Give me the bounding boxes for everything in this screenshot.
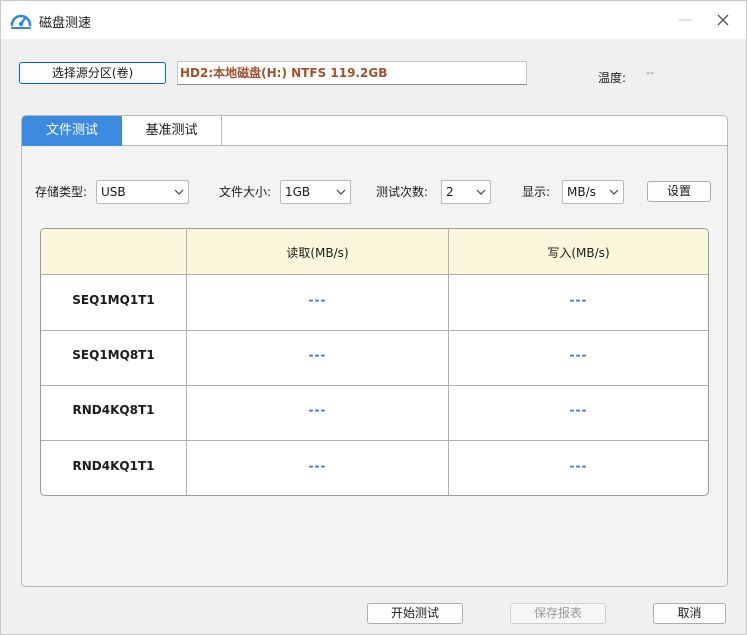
row-divider	[41, 440, 708, 441]
write-value: ---	[569, 293, 588, 307]
row-divider	[41, 330, 708, 331]
storage-type-label: 存储类型:	[35, 185, 88, 199]
row-label-rnd4kq1t1: RND4KQ1T1	[72, 459, 155, 473]
test-count-label: 测试次数:	[376, 185, 429, 199]
tab-benchmark-test[interactable]: 基准测试	[122, 116, 222, 146]
cancel-button[interactable]: 取消	[653, 603, 726, 624]
select-source-partition-button[interactable]: 选择源分区(卷)	[19, 62, 166, 84]
minimize-button[interactable]: —	[671, 10, 699, 30]
read-value: ---	[308, 459, 327, 473]
column-header-write: 写入(MB/s)	[547, 246, 610, 260]
chevron-down-icon	[174, 189, 184, 195]
start-test-button[interactable]: 开始测试	[367, 603, 463, 624]
tab-file-test[interactable]: 文件测试	[22, 116, 122, 146]
tab-strip	[222, 116, 727, 146]
column-divider	[448, 229, 449, 495]
close-icon[interactable]	[709, 9, 737, 31]
chevron-down-icon	[336, 189, 346, 195]
temperature-value: --	[646, 66, 654, 79]
settings-button[interactable]: 设置	[647, 181, 711, 202]
test-count-value: 2	[446, 185, 454, 199]
column-divider	[186, 229, 187, 495]
window-title: 磁盘测速	[39, 16, 92, 31]
storage-type-select[interactable]: USB	[96, 180, 189, 204]
display-unit-select[interactable]: MB/s	[562, 180, 624, 204]
read-value: ---	[308, 348, 327, 362]
selected-partition-field: HD2:本地磁盘(H:) NTFS 119.2GB	[177, 61, 527, 85]
column-header-read: 读取(MB/s)	[286, 246, 349, 260]
write-value: ---	[569, 348, 588, 362]
test-count-select[interactable]: 2	[441, 180, 491, 204]
chevron-down-icon	[609, 189, 619, 195]
file-size-value: 1GB	[285, 185, 311, 199]
row-label-seq1mq1t1: SEQ1MQ1T1	[72, 293, 155, 307]
row-label-rnd4kq8t1: RND4KQ8T1	[72, 403, 155, 417]
display-unit-label: 显示:	[522, 185, 551, 199]
results-grid: 读取(MB/s) 写入(MB/s) SEQ1MQ1T1 --- --- SEQ1…	[41, 229, 708, 495]
file-size-select[interactable]: 1GB	[280, 180, 351, 204]
read-value: ---	[308, 403, 327, 417]
disk-speed-window: 磁盘测速 — 选择源分区(卷) HD2:本地磁盘(H:) NTFS 119.2G…	[0, 0, 747, 635]
storage-type-value: USB	[101, 185, 126, 199]
display-unit-value: MB/s	[567, 185, 596, 199]
file-size-label: 文件大小:	[219, 185, 272, 199]
title-bar: 磁盘测速 —	[1, 1, 746, 39]
write-value: ---	[569, 403, 588, 417]
temperature-label: 温度:	[598, 71, 627, 85]
save-report-button[interactable]: 保存报表	[510, 603, 606, 624]
speedometer-icon	[10, 14, 32, 29]
results-table: 读取(MB/s) 写入(MB/s) SEQ1MQ1T1 --- --- SEQ1…	[40, 228, 709, 496]
row-label-seq1mq8t1: SEQ1MQ8T1	[72, 348, 155, 362]
row-divider	[41, 385, 708, 386]
write-value: ---	[569, 459, 588, 473]
read-value: ---	[308, 293, 327, 307]
chevron-down-icon	[476, 189, 486, 195]
